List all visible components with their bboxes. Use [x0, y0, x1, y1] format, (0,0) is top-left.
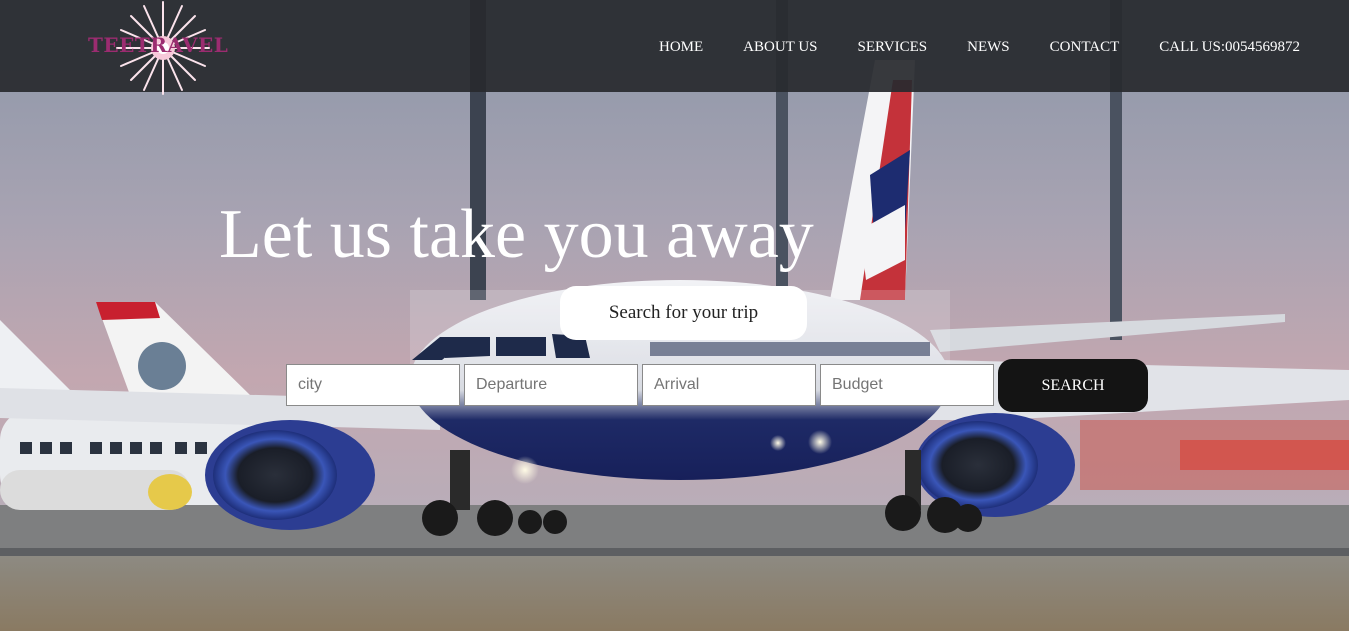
nav-item-news: NEWS	[967, 36, 1010, 56]
nav-link-call-us[interactable]: CALL US:0054569872	[1159, 39, 1300, 55]
arrival-input[interactable]	[642, 364, 816, 406]
nav-item-contact: CONTACT	[1050, 36, 1120, 56]
nav-link-news[interactable]: NEWS	[967, 39, 1010, 55]
nav-item-call: CALL US:0054569872	[1159, 36, 1300, 56]
top-navbar: TEETRAVEL HOME ABOUT US SERVICES NEWS CO…	[0, 0, 1349, 95]
nav-item-about: ABOUT US	[743, 36, 817, 56]
main-nav: HOME ABOUT US SERVICES NEWS CONTACT CALL…	[659, 36, 1300, 56]
hero-headline: Let us take you away	[219, 196, 814, 273]
nav-link-about[interactable]: ABOUT US	[743, 39, 817, 55]
nav-item-home: HOME	[659, 36, 703, 56]
search-prompt-label: Search for your trip	[560, 286, 807, 340]
city-input[interactable]	[286, 364, 460, 406]
nav-link-contact[interactable]: CONTACT	[1050, 39, 1120, 55]
brand-name: TEETRAVEL	[88, 33, 229, 57]
nav-link-home[interactable]: HOME	[659, 39, 703, 55]
nav-item-services: SERVICES	[858, 36, 928, 56]
brand-logo[interactable]: TEETRAVEL	[88, 0, 229, 95]
departure-input[interactable]	[464, 364, 638, 406]
budget-input[interactable]	[820, 364, 994, 406]
nav-link-services[interactable]: SERVICES	[858, 39, 928, 55]
search-button[interactable]: SEARCH	[998, 359, 1148, 412]
